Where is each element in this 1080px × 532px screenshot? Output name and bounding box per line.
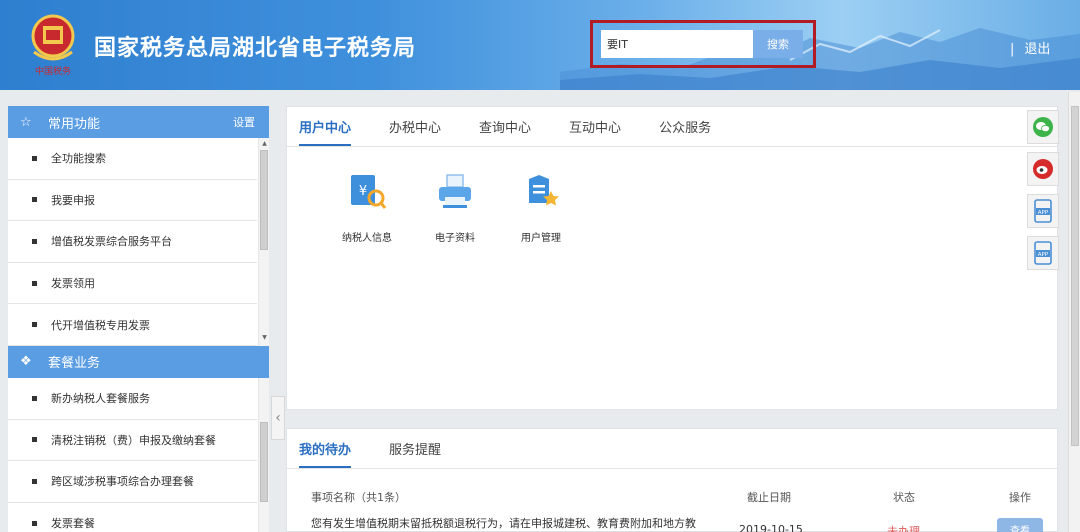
todo-panel: 我的待办 服务提醒 事项名称（共1条） 截止日期 状态 操作 您有发生增值税期末… xyxy=(286,428,1058,532)
column-header-status: 状态 xyxy=(893,491,915,504)
sidebar-item-issue-vat-invoice[interactable]: 代开增值税专用发票 xyxy=(8,304,257,346)
scroll-down-icon[interactable]: ▼ xyxy=(259,334,270,341)
common-function-list: 全功能搜索 我要申报 增值税发票综合服务平台 发票领用 代开增值税专用发票 ▲ … xyxy=(8,138,269,346)
sidebar-item-deregistration-package[interactable]: 清税注销税（费）申报及缴纳套餐 xyxy=(8,420,257,462)
bullet-icon xyxy=(32,322,37,328)
page-scroll-thumb[interactable] xyxy=(1071,106,1079,446)
sidebar-item-invoice-collect[interactable]: 发票领用 xyxy=(8,263,257,305)
wechat-icon xyxy=(1033,117,1053,137)
star-icon: ☆ xyxy=(20,114,32,130)
tab-query-center[interactable]: 查询中心 xyxy=(479,117,531,146)
sidebar-item-label: 我要申报 xyxy=(51,193,95,207)
bullet-icon xyxy=(32,197,37,203)
chevron-left-icon: ‹ xyxy=(275,410,281,426)
sidebar-item-label: 新办纳税人套餐服务 xyxy=(51,392,150,406)
todo-item-name: 您有发生增值税期末留抵税额退税行为，请在申报城建税、教育费附加和地方教 xyxy=(311,517,696,530)
svg-text:APP: APP xyxy=(1038,252,1049,258)
tab-my-todo[interactable]: 我的待办 xyxy=(299,439,352,468)
sidebar-item-cross-region-package[interactable]: 跨区域涉税事项综合办理套餐 xyxy=(8,461,257,503)
sidebar: ☆ 常用功能 设置 全功能搜索 我要申报 增值税发票综合服务平台 发票领用 代开… xyxy=(8,106,269,532)
tab-public-service[interactable]: 公众服务 xyxy=(659,117,711,146)
tile-label: 纳税人信息 xyxy=(342,233,392,244)
sidebar-settings-link[interactable]: 设置 xyxy=(233,114,255,130)
package-list: 新办纳税人套餐服务 清税注销税（费）申报及缴纳套餐 跨区域涉税事项综合办理套餐 … xyxy=(8,377,269,532)
todo-tabs: 我的待办 服务提醒 xyxy=(287,429,1057,469)
sidebar-item-new-taxpayer-package[interactable]: 新办纳税人套餐服务 xyxy=(8,378,257,420)
tile-label: 电子资料 xyxy=(435,233,475,244)
svg-text:中国税务: 中国税务 xyxy=(35,65,71,77)
header-separator: | xyxy=(1010,42,1015,57)
tab-tax-center[interactable]: 办税中心 xyxy=(389,117,441,146)
sidebar-item-label: 发票领用 xyxy=(51,277,95,291)
printer-icon xyxy=(439,174,471,208)
app-icon: APP xyxy=(1034,199,1052,223)
status-badge: 未办理 xyxy=(887,525,920,532)
sidebar-section-common[interactable]: ☆ 常用功能 设置 xyxy=(8,106,269,138)
bullet-icon xyxy=(32,437,37,443)
package-scroll-thumb[interactable] xyxy=(260,421,268,502)
tab-service-reminder[interactable]: 服务提醒 xyxy=(389,439,441,468)
column-header-action: 操作 xyxy=(1009,491,1031,504)
site-title: 国家税务总局湖北省电子税务局 xyxy=(94,36,417,61)
site-header: 中国税务 国家税务总局湖北省电子税务局 xyxy=(0,0,1080,90)
logout-link[interactable]: | 退出 xyxy=(1010,38,1050,57)
package-scrollbar[interactable] xyxy=(258,377,269,532)
sidebar-scrollbar[interactable]: ▲ ▼ xyxy=(258,138,269,346)
sidebar-item-full-search[interactable]: 全功能搜索 xyxy=(8,138,257,180)
search-input[interactable] xyxy=(601,30,753,58)
bullet-icon xyxy=(32,280,37,286)
bullet-icon xyxy=(32,478,37,484)
tile-user-management[interactable]: 用户管理 xyxy=(501,171,581,244)
tab-user-center[interactable]: 用户中心 xyxy=(299,117,352,146)
user-center-panel: 用户中心 办税中心 查询中心 互动中心 公众服务 ¥ 纳税人信息 电子资料 用户 xyxy=(286,106,1058,410)
weibo-icon xyxy=(1033,159,1053,179)
tile-taxpayer-info[interactable]: ¥ 纳税人信息 xyxy=(327,171,407,244)
sidebar-item-label: 清税注销税（费）申报及缴纳套餐 xyxy=(51,433,216,447)
sidebar-scroll-thumb[interactable] xyxy=(260,150,268,250)
sidebar-item-invoice-package[interactable]: 发票套餐 xyxy=(8,503,257,532)
sidebar-item-label: 全功能搜索 xyxy=(51,152,106,166)
view-button[interactable]: 查看 xyxy=(997,518,1043,532)
page-scrollbar[interactable] xyxy=(1068,92,1080,532)
bullet-icon xyxy=(32,238,37,244)
column-header-deadline: 截止日期 xyxy=(747,491,791,504)
sidebar-item-label: 代开增值税专用发票 xyxy=(51,318,150,332)
bullet-icon xyxy=(32,520,37,526)
wechat-button[interactable] xyxy=(1027,110,1059,144)
weibo-button[interactable] xyxy=(1027,152,1059,186)
sidebar-collapse-toggle[interactable]: ‹ xyxy=(271,396,285,440)
app-download-button-2[interactable]: APP xyxy=(1027,236,1059,270)
tab-interaction-center[interactable]: 互动中心 xyxy=(569,117,621,146)
layers-icon: ❖ xyxy=(20,354,32,370)
column-header-name: 事项名称（共1条） xyxy=(311,491,406,504)
tile-label: 用户管理 xyxy=(521,233,561,244)
sidebar-item-label: 发票套餐 xyxy=(51,517,95,531)
bullet-icon xyxy=(32,155,37,161)
tax-emblem-icon: 中国税务 xyxy=(31,14,75,77)
bullet-icon xyxy=(32,395,37,401)
sidebar-item-declare[interactable]: 我要申报 xyxy=(8,180,257,222)
sidebar-section-packages[interactable]: ❖ 套餐业务 xyxy=(8,345,269,378)
sidebar-item-vat-invoice-platform[interactable]: 增值税发票综合服务平台 xyxy=(8,221,257,263)
todo-item-deadline: 2019-10-15 xyxy=(739,523,803,532)
sidebar-item-label: 跨区域涉税事项综合办理套餐 xyxy=(51,475,194,489)
svg-text:APP: APP xyxy=(1038,210,1049,216)
search-button[interactable]: 搜索 xyxy=(753,30,803,58)
app-download-button[interactable]: APP xyxy=(1027,194,1059,228)
main-tabs: 用户中心 办税中心 查询中心 互动中心 公众服务 xyxy=(287,107,1057,147)
app-icon: APP xyxy=(1034,241,1052,265)
sidebar-item-label: 增值税发票综合服务平台 xyxy=(51,235,172,249)
logout-label[interactable]: 退出 xyxy=(1024,42,1050,57)
tile-electronic-docs[interactable]: 电子资料 xyxy=(415,171,495,244)
sidebar-section-packages-label: 套餐业务 xyxy=(48,356,101,372)
svg-text:¥: ¥ xyxy=(359,184,367,199)
user-manage-icon xyxy=(529,175,559,206)
taxpayer-info-icon: ¥ xyxy=(351,175,387,209)
sidebar-section-common-label: 常用功能 xyxy=(48,116,101,132)
scroll-up-icon[interactable]: ▲ xyxy=(259,140,270,147)
